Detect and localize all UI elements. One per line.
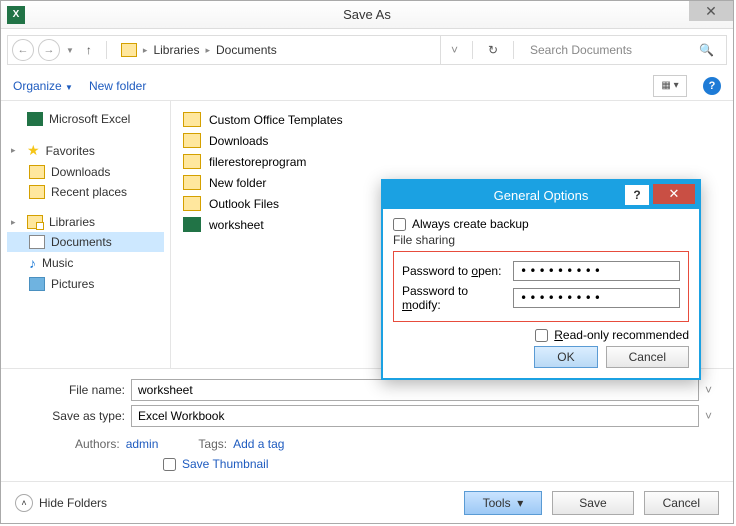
dialog-help-button[interactable]: ? [625,185,649,205]
dialog-titlebar: General Options ? ✕ [383,181,699,209]
separator [472,41,473,59]
document-icon [29,235,45,249]
history-dropdown-icon[interactable]: ▼ [66,46,74,55]
folder-icon [183,196,201,211]
tree-pictures[interactable]: Pictures [7,274,164,294]
cancel-button[interactable]: Cancel [644,491,719,515]
music-icon: ♪ [29,255,36,271]
excel-icon [27,112,43,126]
star-icon: ★ [27,142,40,159]
authors-value[interactable]: admin [126,437,159,451]
general-options-dialog: General Options ? ✕ Always create backup… [381,179,701,380]
crumb-libraries[interactable]: Libraries [153,43,199,57]
file-sharing-group: Password to open: Password to modify: [393,251,689,322]
search-box[interactable]: Search Documents 🔍 [522,43,722,57]
tags-label: Tags: [198,437,227,451]
read-only-checkbox[interactable] [535,329,548,342]
always-backup-checkbox[interactable] [393,218,406,231]
folder-icon [183,154,201,169]
folder-icon [29,165,45,179]
path-dropdown-icon[interactable]: ˅ [445,43,464,57]
window-close-button[interactable]: ✕ [689,1,733,21]
chevron-up-icon: ˄ [15,494,33,512]
save-thumbnail-checkbox[interactable] [163,458,176,471]
folder-icon [183,133,201,148]
save-as-window: X Save As ✕ ← → ▼ ↑ ▸ Libraries ▸ Docume… [0,0,734,524]
titlebar: X Save As ✕ [1,1,733,29]
tree-favorites[interactable]: ▸★Favorites [7,139,164,162]
dialog-close-button[interactable]: ✕ [653,184,695,204]
dropdown-icon[interactable]: ˅ [705,383,719,397]
tree-recent[interactable]: Recent places [7,182,164,202]
tree-libraries[interactable]: ▸Libraries [7,212,164,232]
dropdown-icon[interactable]: ˅ [705,409,719,423]
folder-icon [121,43,137,57]
refresh-button[interactable]: ↻ [481,43,505,57]
nav-bar: ← → ▼ ↑ ▸ Libraries ▸ Documents ˅ ↻ Sear… [7,35,727,65]
toolbar: Organize ▼ New folder ▦ ▾ ? [1,71,733,101]
crumb-documents[interactable]: Documents [216,43,277,57]
chevron-right-icon: ▸ [143,45,148,56]
list-item[interactable]: filerestoreprogram [183,151,721,172]
forward-button[interactable]: → [38,39,60,61]
window-title: Save As [1,7,733,22]
nav-tree: Microsoft Excel ▸★Favorites Downloads Re… [1,101,171,368]
footer: ˄ Hide Folders Tools ▾ Save Cancel [1,481,733,523]
list-item[interactable]: Custom Office Templates [183,109,721,130]
dialog-title: General Options [383,188,699,203]
dialog-cancel-button[interactable]: Cancel [606,346,689,368]
save-button[interactable]: Save [552,491,633,515]
folder-icon [183,175,201,190]
form-area: File name: ˅ Save as type: ˅ Authors: adm… [1,369,733,481]
search-icon: 🔍 [699,43,714,57]
breadcrumb[interactable]: ▸ Libraries ▸ Documents [115,36,441,64]
tree-excel[interactable]: Microsoft Excel [7,109,164,129]
excel-file-icon [183,217,201,232]
hide-folders-button[interactable]: ˄ Hide Folders [15,494,107,512]
tags-value[interactable]: Add a tag [233,437,284,451]
organize-button[interactable]: Organize ▼ [13,79,73,93]
save-thumbnail-label: Save Thumbnail [182,457,269,471]
search-placeholder: Search Documents [530,43,632,57]
folder-icon [183,112,201,127]
always-backup-label: Always create backup [412,217,529,231]
help-button[interactable]: ? [703,77,721,95]
libraries-icon [27,215,43,229]
separator [513,41,514,59]
save-type-select[interactable] [131,405,699,427]
password-modify-label: Password to modify: [402,284,505,312]
password-modify-input[interactable] [513,288,680,308]
separator [106,41,107,59]
authors-label: Authors: [75,437,120,451]
view-options-button[interactable]: ▦ ▾ [653,75,687,97]
password-open-input[interactable] [513,261,680,281]
back-button[interactable]: ← [12,39,34,61]
save-type-label: Save as type: [15,409,125,423]
list-item[interactable]: Downloads [183,130,721,151]
pictures-icon [29,277,45,291]
tools-button[interactable]: Tools ▾ [464,491,543,515]
file-name-input[interactable] [131,379,699,401]
file-sharing-label: File sharing [393,233,689,247]
chevron-right-icon: ▸ [205,45,210,56]
password-open-label: Password to open: [402,264,505,278]
tree-downloads[interactable]: Downloads [7,162,164,182]
dialog-ok-button[interactable]: OK [534,346,597,368]
up-button[interactable]: ↑ [80,41,98,59]
tree-music[interactable]: ♪Music [7,252,164,274]
folder-icon [29,185,45,199]
new-folder-button[interactable]: New folder [89,79,146,93]
tree-documents[interactable]: Documents [7,232,164,252]
file-name-label: File name: [15,383,125,397]
read-only-label: Read-only recommended [554,328,689,342]
